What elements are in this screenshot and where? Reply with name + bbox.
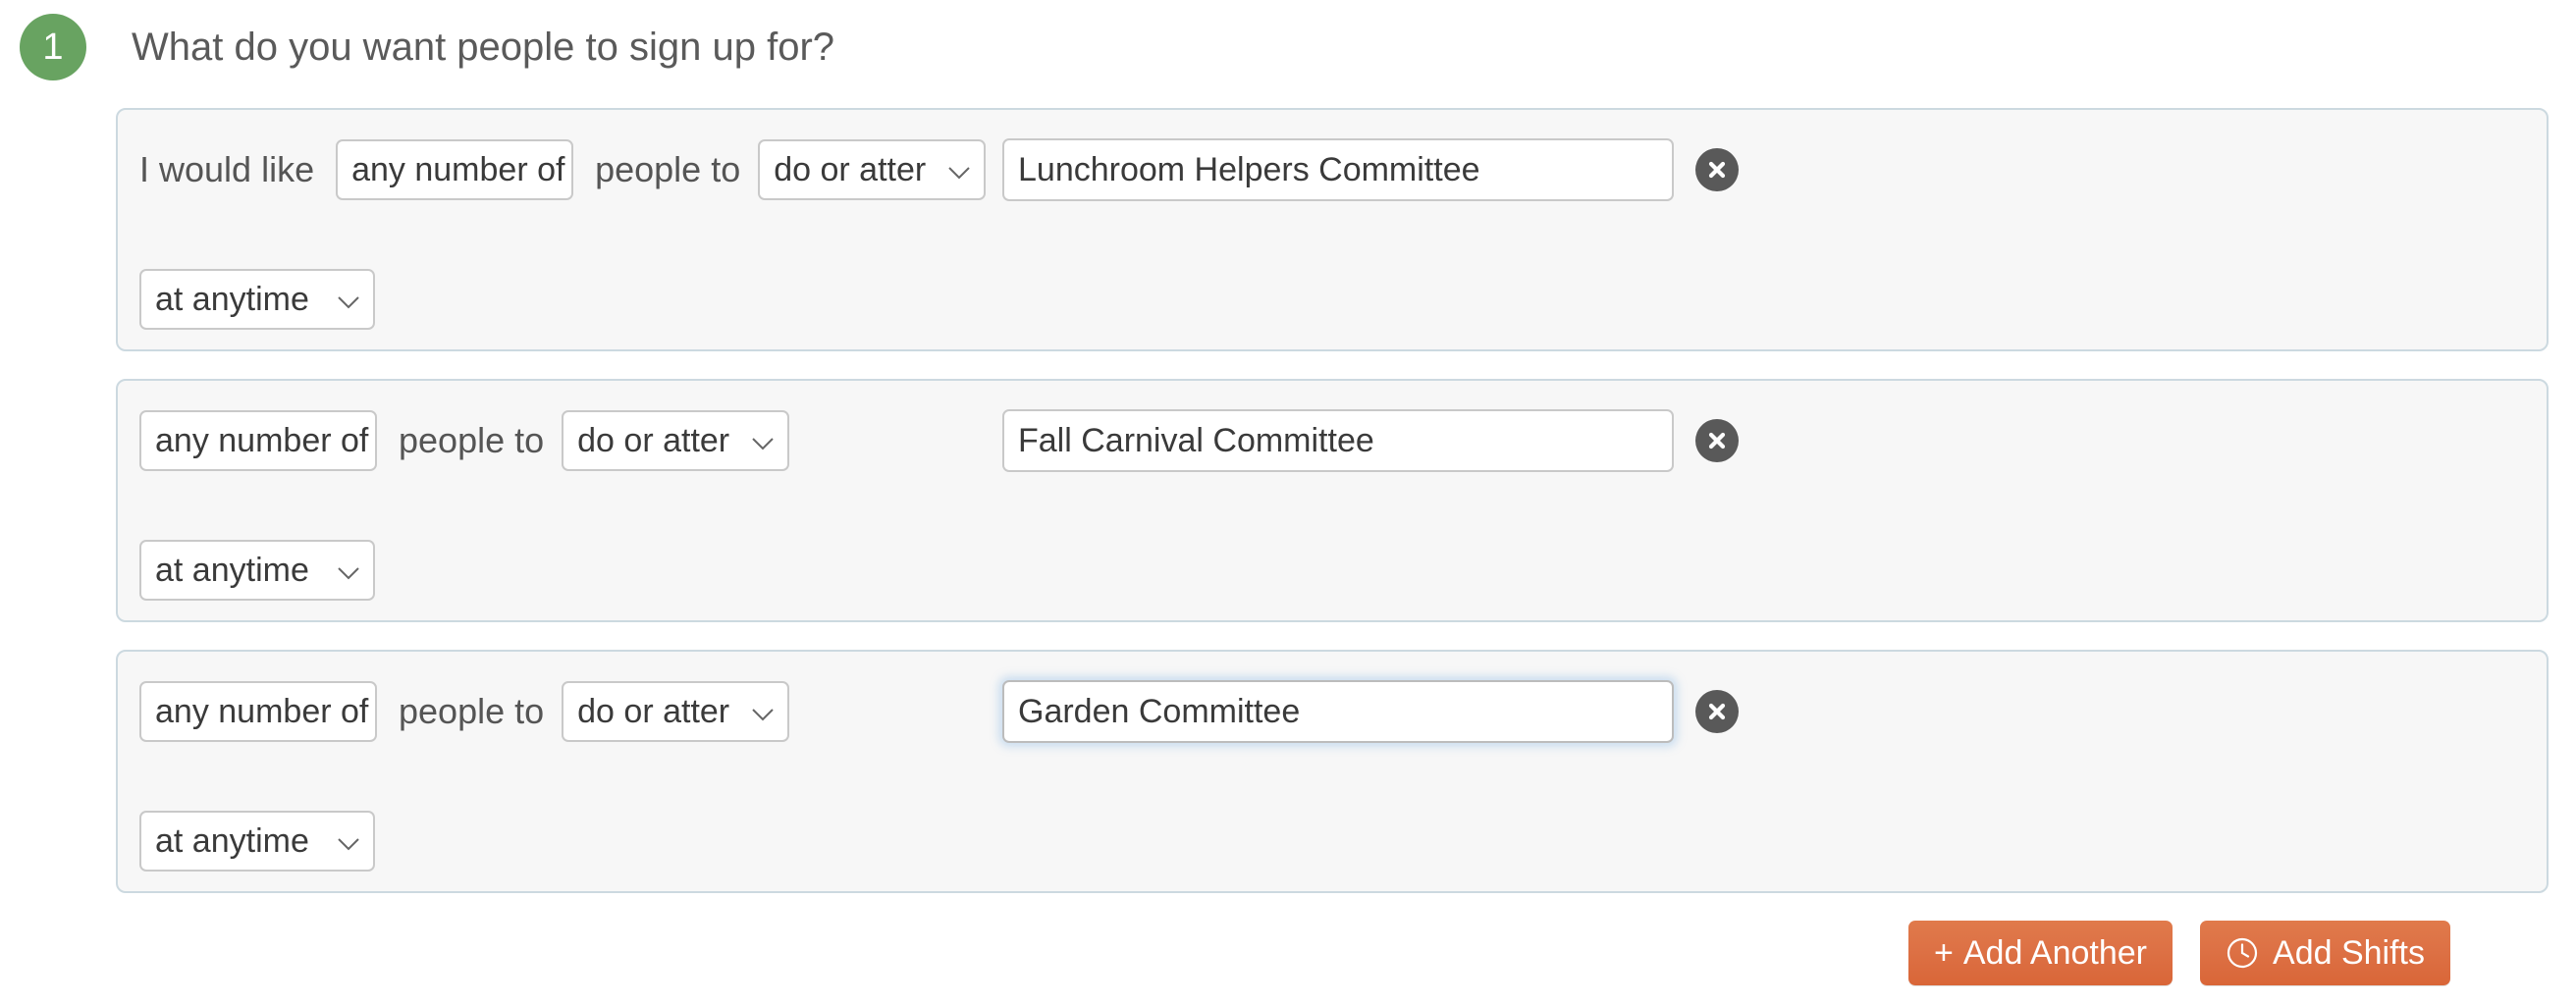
- activity-select-0[interactable]: do or atter: [758, 139, 987, 200]
- form-actions: + Add Another Add Shifts: [0, 921, 2576, 985]
- page-title: What do you want people to sign up for?: [132, 25, 835, 69]
- signup-item-main-line: any number of people to do or atter: [139, 680, 1739, 743]
- people-to-label: people to: [399, 420, 545, 460]
- close-icon: [1708, 161, 1726, 179]
- signup-item-main-line: I would like any number of people to do …: [139, 138, 1739, 201]
- plus-icon: +: [1934, 934, 1954, 972]
- activity-select-2[interactable]: do or atter: [562, 681, 790, 742]
- step-number-badge: 1: [20, 14, 86, 80]
- close-icon: [1708, 432, 1726, 450]
- quantity-select-1[interactable]: any number of: [139, 410, 377, 471]
- when-select-0[interactable]: at anytime: [139, 269, 375, 330]
- signup-item-panel: I would like any number of people to do …: [116, 108, 2549, 351]
- quantity-select-0[interactable]: any number of: [336, 139, 574, 200]
- chevron-down-icon: [338, 281, 359, 319]
- close-icon: [1708, 703, 1726, 720]
- when-select-1[interactable]: at anytime: [139, 540, 375, 601]
- signup-item-panel: any number of people to do or atter at a…: [116, 379, 2549, 622]
- quantity-select-2[interactable]: any number of: [139, 681, 377, 742]
- remove-item-button-0[interactable]: [1695, 148, 1739, 191]
- when-select-value-2: at anytime: [155, 821, 309, 860]
- chevron-down-icon: [752, 693, 774, 731]
- step-header: 1 What do you want people to sign up for…: [0, 0, 2576, 94]
- quantity-select-value-1: any number of: [155, 421, 369, 459]
- when-select-value-0: at anytime: [155, 280, 309, 318]
- signup-name-input-1[interactable]: [1002, 409, 1674, 472]
- chevron-down-icon: [338, 822, 359, 861]
- remove-item-button-1[interactable]: [1695, 419, 1739, 462]
- signup-builder-page: 1 What do you want people to sign up for…: [0, 0, 2576, 1005]
- remove-item-button-2[interactable]: [1695, 690, 1739, 733]
- quantity-select-value-2: any number of: [155, 692, 369, 730]
- signup-item-time-line: at anytime: [139, 540, 375, 601]
- activity-select-value-2: do or atter: [577, 692, 730, 730]
- clock-icon: [2226, 936, 2259, 970]
- add-another-label: Add Another: [1962, 933, 2148, 972]
- signup-name-input-0[interactable]: [1002, 138, 1674, 201]
- prefix-label: I would like: [139, 149, 315, 189]
- signup-item-time-line: at anytime: [139, 269, 375, 330]
- quantity-select-value-0: any number of: [351, 150, 565, 188]
- signup-item-main-line: any number of people to do or atter: [139, 409, 1739, 472]
- activity-select-value-1: do or atter: [577, 421, 730, 459]
- activity-select-value-0: do or atter: [774, 150, 927, 188]
- chevron-down-icon: [752, 422, 774, 460]
- when-select-2[interactable]: at anytime: [139, 811, 375, 872]
- signup-item-time-line: at anytime: [139, 811, 375, 872]
- people-to-label: people to: [595, 149, 741, 189]
- people-to-label: people to: [399, 691, 545, 731]
- activity-select-1[interactable]: do or atter: [562, 410, 790, 471]
- chevron-down-icon: [338, 552, 359, 590]
- add-shifts-label: Add Shifts: [2273, 933, 2425, 972]
- add-another-button[interactable]: + Add Another: [1908, 921, 2174, 985]
- signup-name-input-2[interactable]: [1002, 680, 1674, 743]
- chevron-down-icon: [948, 151, 970, 189]
- add-shifts-button[interactable]: Add Shifts: [2200, 921, 2450, 985]
- signup-item-panel: any number of people to do or atter at a…: [116, 650, 2549, 893]
- when-select-value-1: at anytime: [155, 551, 309, 589]
